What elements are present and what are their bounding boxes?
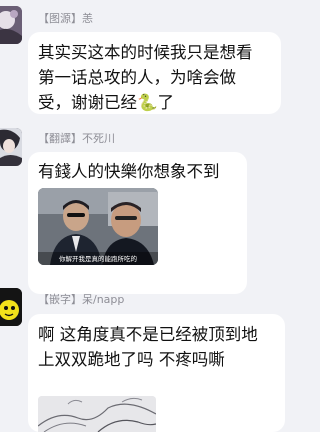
- message-bubble[interactable]: 其实买这本的时候我只是想看 第一话总攻的人，为啥会做 受，谢谢已经🐍了: [28, 32, 281, 114]
- message-image[interactable]: [38, 396, 156, 432]
- sender-username: 不死川: [82, 132, 115, 145]
- message-text: 有錢人的快樂你想象不到: [38, 162, 220, 181]
- sender-username: 恙: [82, 12, 93, 25]
- sender-name: 【图源】恙: [38, 10, 93, 26]
- message-bubble[interactable]: 啊 这角度真不是已经被顶到地 上双双跪地了吗 不疼吗嘶: [28, 314, 285, 432]
- image-caption: 你解开我是真的能跑所吃的: [59, 254, 138, 263]
- sender-name: 【翻譯】不死川: [38, 130, 115, 146]
- avatar[interactable]: [0, 288, 22, 326]
- chat-thread: 【图源】恙 其实买这本的时候我只是想看 第一话总攻的人，为啥会做 受，谢谢已经🐍…: [0, 0, 303, 432]
- sender-role: 【图源】: [38, 12, 82, 25]
- sender-name: 【嵌字】呆/napp: [38, 291, 124, 307]
- message-bubble[interactable]: 有錢人的快樂你想象不到 你解开我是真的能跑所吃的: [28, 152, 247, 294]
- avatar[interactable]: [0, 128, 22, 166]
- sender-role: 【嵌字】: [38, 293, 82, 306]
- sender-role: 【翻譯】: [38, 132, 82, 145]
- message-text: 其实买这本的时候我只是想看 第一话总攻的人，为啥会做 受，谢谢已经🐍了: [38, 43, 253, 112]
- message-image[interactable]: 你解开我是真的能跑所吃的: [38, 188, 158, 265]
- avatar[interactable]: [0, 6, 22, 44]
- sender-username: 呆/napp: [82, 293, 125, 306]
- message-text: 啊 这角度真不是已经被顶到地 上双双跪地了吗 不疼吗嘶: [38, 325, 258, 369]
